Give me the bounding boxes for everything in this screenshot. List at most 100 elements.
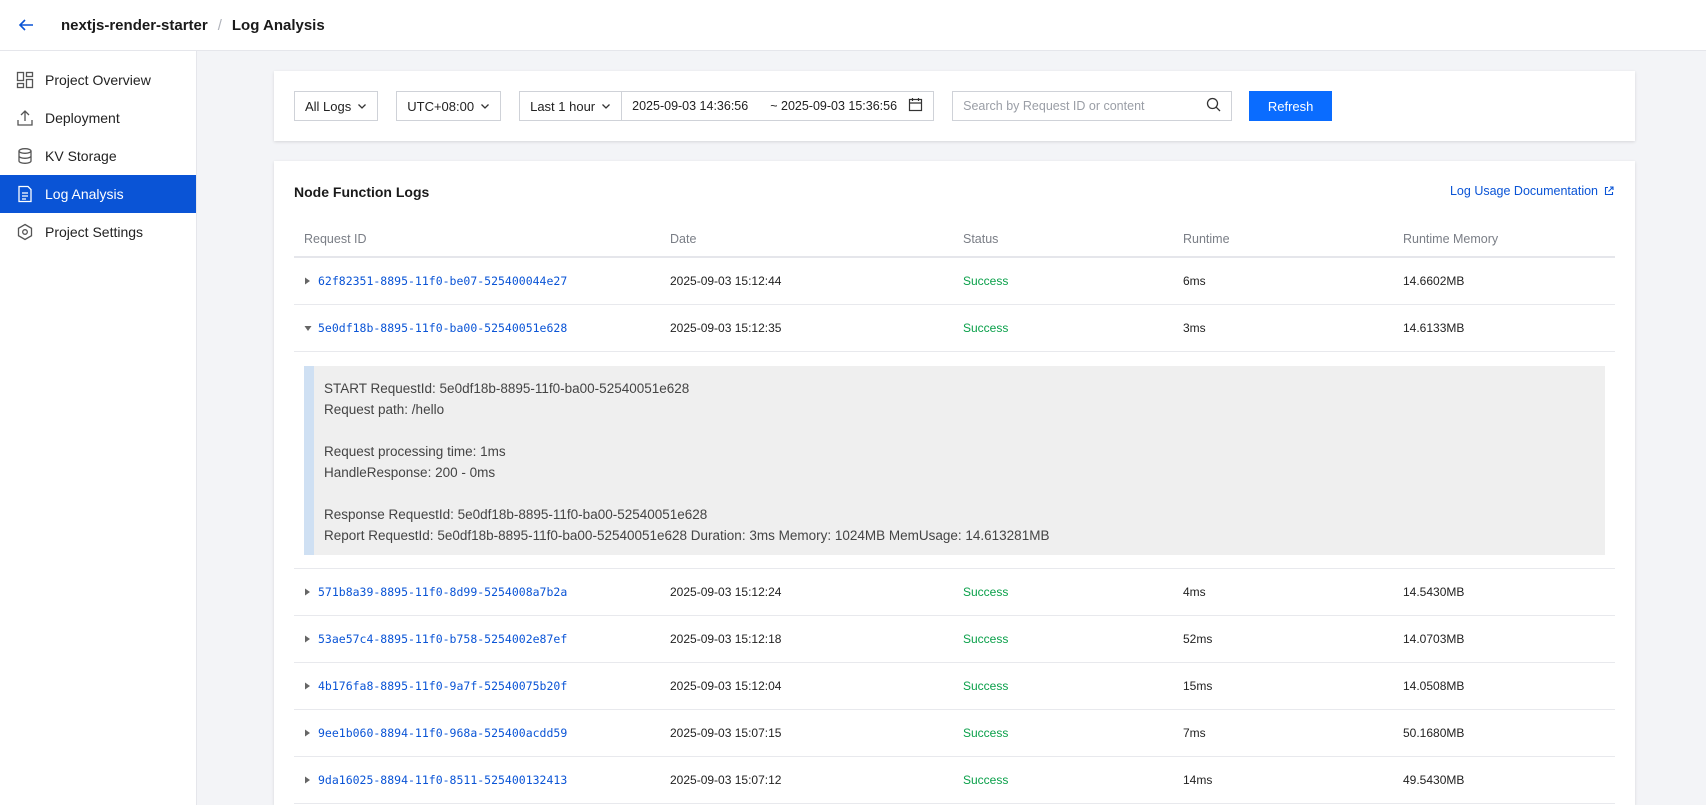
column-header-runtime-memory: Runtime Memory <box>1403 231 1499 246</box>
request-id-link[interactable]: 9da16025-8894-11f0-8511-525400132413 <box>318 773 567 787</box>
sidebar-item-project-overview[interactable]: Project Overview <box>0 61 196 99</box>
row-memory: 49.5430MB <box>1403 773 1465 787</box>
search-box <box>952 91 1233 121</box>
request-id-link[interactable]: 53ae57c4-8895-11f0-b758-5254002e87ef <box>318 632 567 646</box>
date-range-picker[interactable]: 2025-09-03 14:36:56 ~ 2025-09-03 15:36:5… <box>621 91 935 121</box>
row-date: 2025-09-03 15:12:35 <box>670 321 782 335</box>
time-range-select[interactable]: Last 1 hour <box>519 91 623 121</box>
column-header-status: Status <box>963 231 999 246</box>
row-date: 2025-09-03 15:07:12 <box>670 773 782 787</box>
breadcrumb-separator: / <box>217 16 222 34</box>
table-row[interactable]: 9da16025-8894-11f0-8511-525400132413 202… <box>294 757 1615 804</box>
sidebar-item-label: KV Storage <box>45 148 117 164</box>
range-end: ~ 2025-09-03 15:36:56 <box>770 99 898 113</box>
column-header-date: Date <box>670 231 697 246</box>
document-icon <box>16 185 34 203</box>
expand-triangle-icon[interactable] <box>304 276 318 286</box>
sidebar-item-project-settings[interactable]: Project Settings <box>0 213 196 251</box>
row-memory: 14.0508MB <box>1403 679 1465 693</box>
time-range-value: Last 1 hour <box>530 98 596 114</box>
external-link-icon <box>1604 186 1614 196</box>
table-row[interactable]: 5e0df18b-8895-11f0-ba00-52540051e628 202… <box>294 305 1615 352</box>
search-icon[interactable] <box>1206 97 1221 115</box>
log-detail-content: START RequestId: 5e0df18b-8895-11f0-ba00… <box>304 366 1605 555</box>
back-arrow-icon[interactable] <box>13 12 39 38</box>
status-badge: Success <box>963 274 1009 288</box>
refresh-button[interactable]: Refresh <box>1249 91 1333 121</box>
row-date: 2025-09-03 15:07:15 <box>670 726 782 740</box>
sidebar-item-deployment[interactable]: Deployment <box>0 99 196 137</box>
top-bar: nextjs-render-starter / Log Analysis <box>0 0 1706 51</box>
request-id-link[interactable]: 5e0df18b-8895-11f0-ba00-52540051e628 <box>318 321 567 335</box>
status-badge: Success <box>963 773 1009 787</box>
table-row[interactable]: 53ae57c4-8895-11f0-b758-5254002e87ef 202… <box>294 616 1615 663</box>
request-id-link[interactable]: 62f82351-8895-11f0-be07-525400044e27 <box>318 274 567 288</box>
log-type-value: All Logs <box>305 98 352 114</box>
expand-triangle-icon[interactable] <box>304 634 318 644</box>
dashboard-icon <box>16 71 34 89</box>
log-line: Report RequestId: 5e0df18b-8895-11f0-ba0… <box>324 528 1050 543</box>
status-badge: Success <box>963 632 1009 646</box>
row-memory: 50.1680MB <box>1403 726 1465 740</box>
log-line: Request path: /hello <box>324 402 445 417</box>
chevron-down-icon <box>481 104 490 109</box>
table-row[interactable]: 4b176fa8-8895-11f0-9a7f-52540075b20f 202… <box>294 663 1615 710</box>
database-icon <box>16 147 34 165</box>
row-memory: 14.6133MB <box>1403 321 1465 335</box>
breadcrumb-project[interactable]: nextjs-render-starter <box>61 17 208 34</box>
chevron-down-icon <box>358 104 367 109</box>
breadcrumb: nextjs-render-starter / Log Analysis <box>61 17 325 34</box>
table-row[interactable]: 571b8a39-8895-11f0-8d99-5254008a7b2a 202… <box>294 569 1615 616</box>
status-badge: Success <box>963 321 1009 335</box>
expand-triangle-icon[interactable] <box>304 681 318 691</box>
table-row[interactable]: 62f82351-8895-11f0-be07-525400044e27 202… <box>294 258 1615 305</box>
filter-bar: All Logs UTC+08:00 Last 1 hour 2025-09-0… <box>274 71 1635 141</box>
range-start: 2025-09-03 14:36:56 <box>632 99 749 113</box>
sidebar: Project Overview Deployment KV Storage L… <box>0 51 197 805</box>
panel-title: Node Function Logs <box>294 184 430 200</box>
log-line: Response RequestId: 5e0df18b-8895-11f0-b… <box>324 507 708 522</box>
logs-table: Request ID Date Status Runtime Runtime M… <box>294 221 1615 804</box>
column-header-runtime: Runtime <box>1183 231 1230 246</box>
expand-triangle-icon[interactable] <box>304 775 318 785</box>
table-row[interactable]: 9ee1b060-8894-11f0-968a-525400acdd59 202… <box>294 710 1615 757</box>
upload-icon <box>16 109 34 127</box>
request-id-link[interactable]: 9ee1b060-8894-11f0-968a-525400acdd59 <box>318 726 567 740</box>
sidebar-item-label: Log Analysis <box>45 186 124 202</box>
sidebar-item-label: Deployment <box>45 110 120 126</box>
collapse-triangle-icon[interactable] <box>304 323 318 333</box>
expand-triangle-icon[interactable] <box>304 587 318 597</box>
row-date: 2025-09-03 15:12:04 <box>670 679 782 693</box>
row-runtime: 15ms <box>1183 679 1213 693</box>
sidebar-item-log-analysis[interactable]: Log Analysis <box>0 175 196 213</box>
row-memory: 14.6602MB <box>1403 274 1465 288</box>
log-detail-panel: START RequestId: 5e0df18b-8895-11f0-ba00… <box>294 352 1615 569</box>
sidebar-item-label: Project Settings <box>45 224 144 240</box>
expand-triangle-icon[interactable] <box>304 728 318 738</box>
search-input[interactable] <box>963 99 1207 113</box>
log-usage-doc-link[interactable]: Log Usage Documentation <box>1450 184 1614 198</box>
row-date: 2025-09-03 15:12:18 <box>670 632 782 646</box>
row-runtime: 4ms <box>1183 585 1206 599</box>
request-id-link[interactable]: 4b176fa8-8895-11f0-9a7f-52540075b20f <box>318 679 567 693</box>
status-badge: Success <box>963 585 1009 599</box>
timezone-select[interactable]: UTC+08:00 <box>396 91 502 121</box>
timezone-value: UTC+08:00 <box>407 98 475 114</box>
sidebar-item-label: Project Overview <box>45 72 151 88</box>
row-memory: 14.5430MB <box>1403 585 1465 599</box>
log-line: START RequestId: 5e0df18b-8895-11f0-ba00… <box>324 381 690 396</box>
row-runtime: 7ms <box>1183 726 1206 740</box>
row-runtime: 52ms <box>1183 632 1213 646</box>
sidebar-item-kv-storage[interactable]: KV Storage <box>0 137 196 175</box>
log-type-select[interactable]: All Logs <box>294 91 379 121</box>
breadcrumb-current-page: Log Analysis <box>231 16 325 34</box>
log-line-blank <box>324 420 1605 441</box>
doc-link-label: Log Usage Documentation <box>1449 184 1598 198</box>
chevron-down-icon <box>602 104 611 109</box>
row-runtime: 3ms <box>1183 321 1206 335</box>
column-header-request-id: Request ID <box>304 231 367 246</box>
request-id-link[interactable]: 571b8a39-8895-11f0-8d99-5254008a7b2a <box>318 585 567 599</box>
log-panel: Node Function Logs Log Usage Documentati… <box>274 161 1635 805</box>
row-runtime: 14ms <box>1183 773 1213 787</box>
calendar-icon[interactable] <box>908 97 923 115</box>
